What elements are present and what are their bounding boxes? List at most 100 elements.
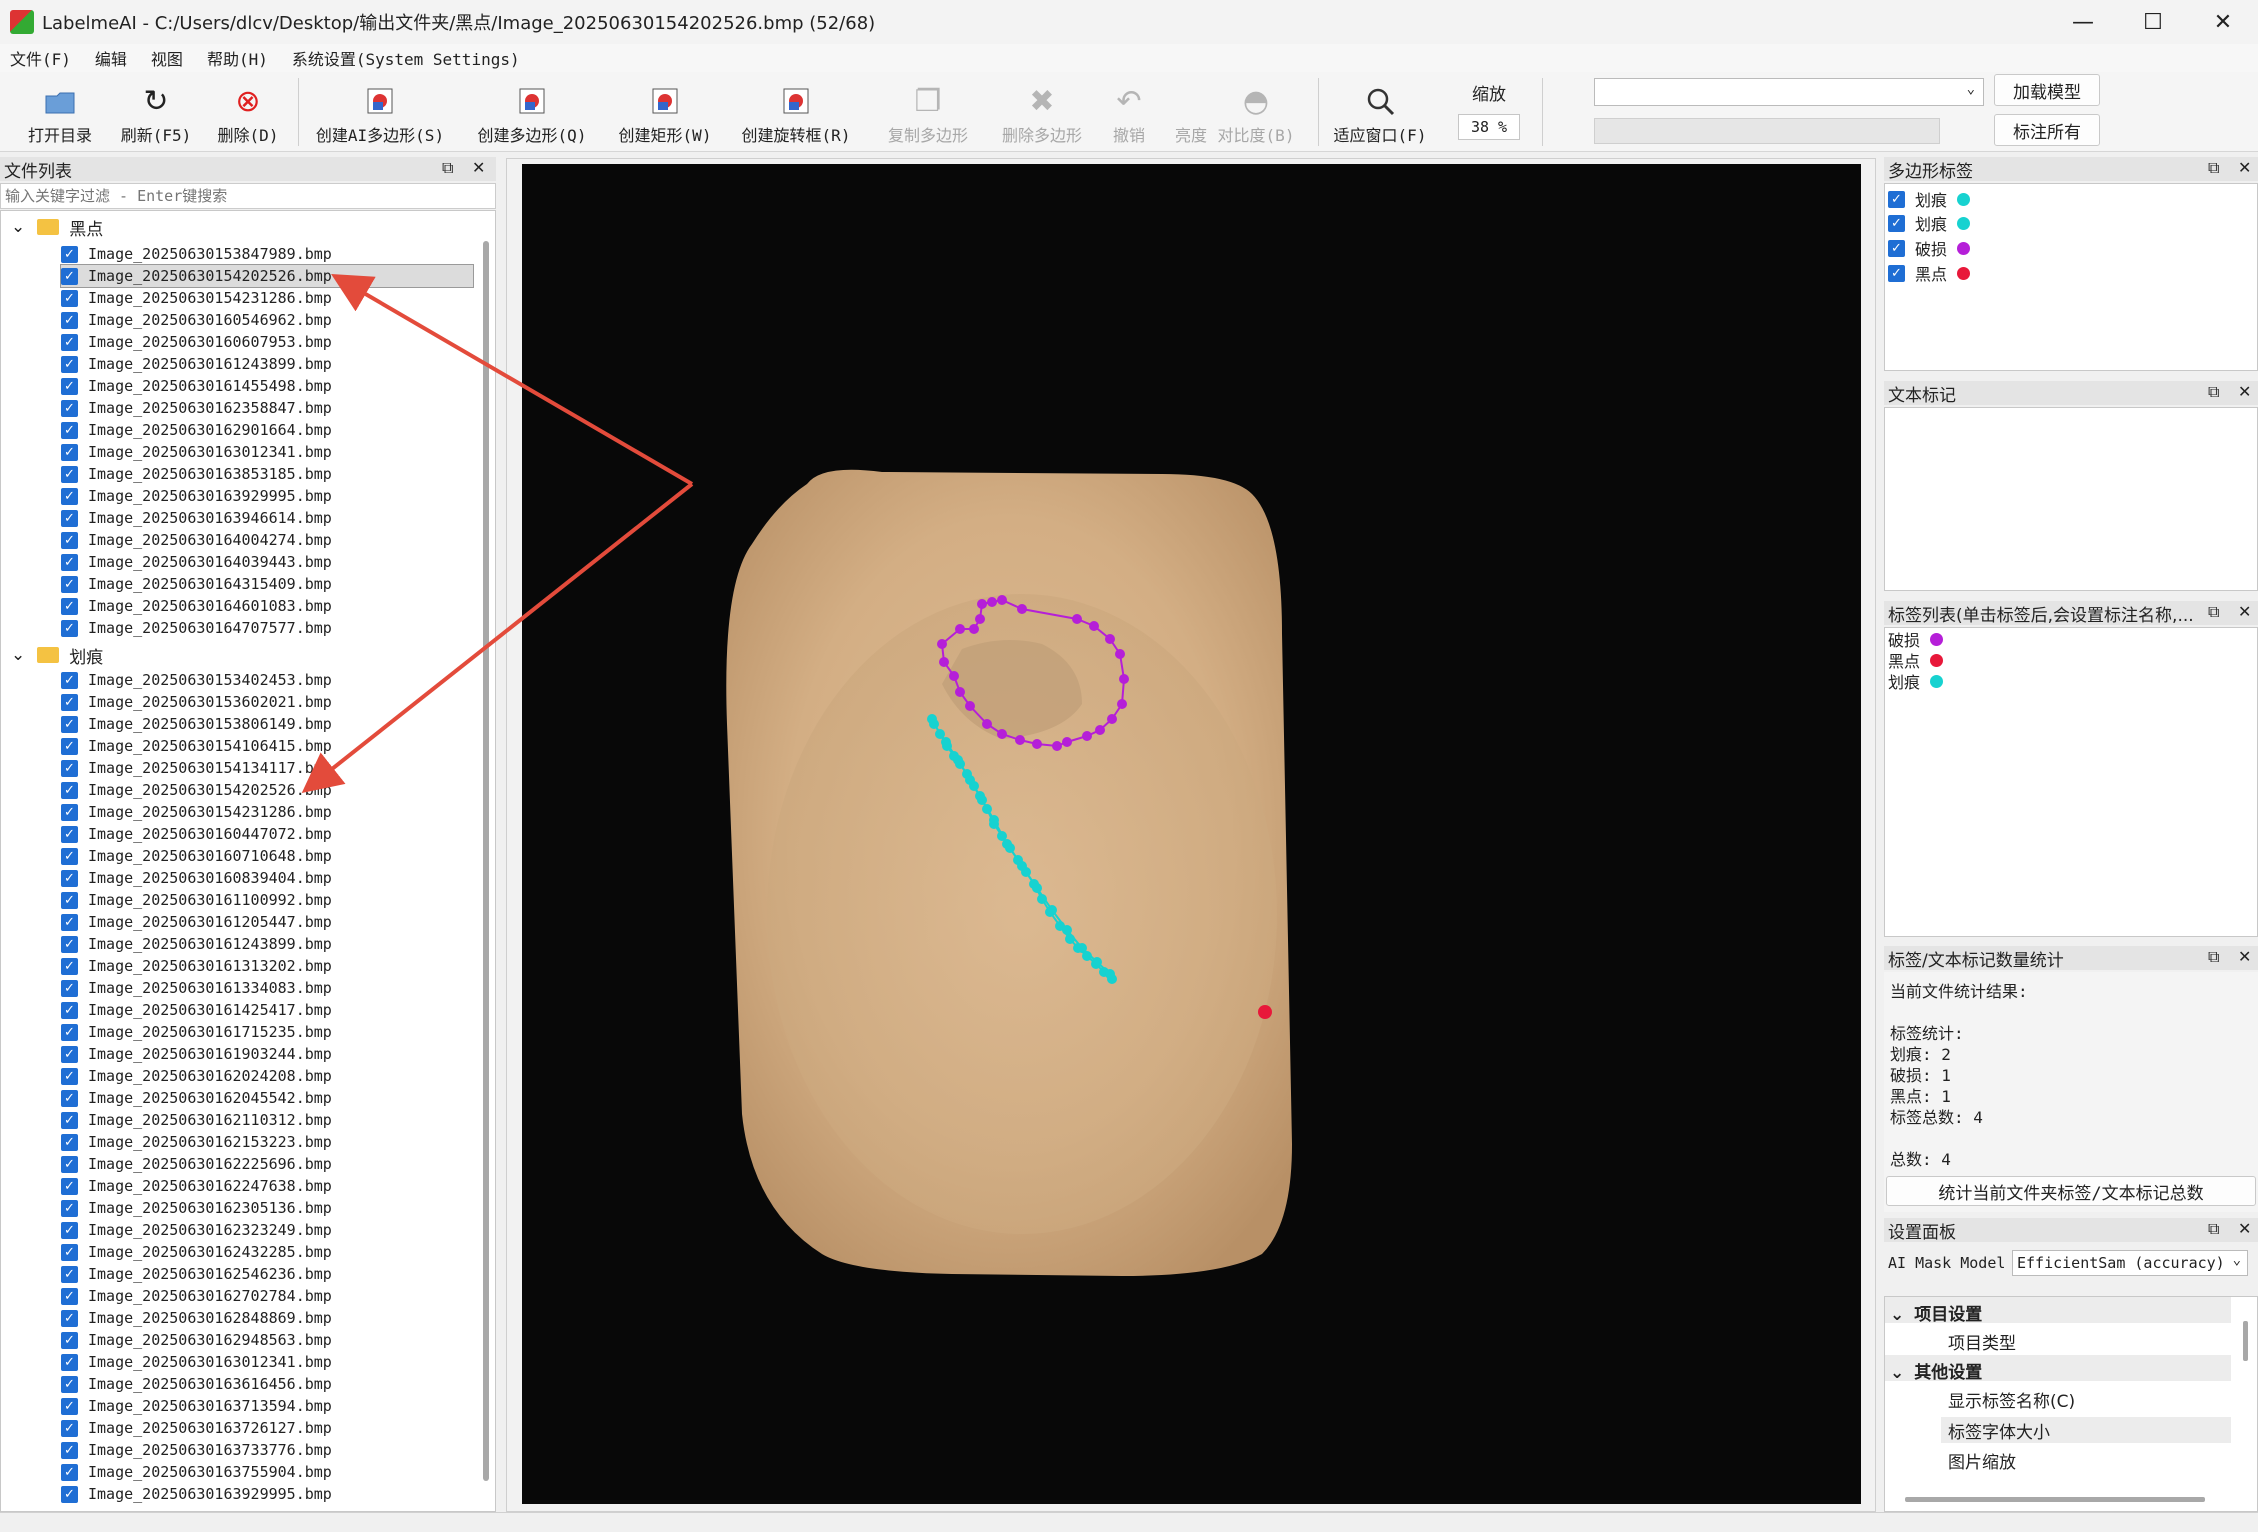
file-item[interactable]: ✓ Image_20250630163929995.bmp (61, 1483, 332, 1505)
image-canvas[interactable] (522, 164, 1861, 1504)
label-list-item[interactable]: 划痕 (1888, 670, 1944, 692)
file-item[interactable]: ✓ Image_20250630160839404.bmp (61, 867, 332, 889)
file-item[interactable]: ✓ Image_20250630163012341.bmp (61, 441, 332, 463)
file-item[interactable]: ✓ Image_20250630161313202.bmp (61, 955, 332, 977)
checkbox-icon[interactable]: ✓ (61, 1441, 78, 1459)
checkbox-icon[interactable]: ✓ (61, 1265, 78, 1283)
file-list-scrollbar[interactable] (483, 241, 489, 1481)
file-item[interactable]: ✓ Image_20250630163012341.bmp (61, 1351, 332, 1373)
brightness-button[interactable]: 亮度 (1166, 80, 1216, 146)
menu-help[interactable]: 帮助(H) (207, 46, 268, 70)
load-model-button[interactable]: 加载模型 (1994, 74, 2100, 106)
contrast-button[interactable]: ◓ 对比度(B) (1216, 80, 1296, 146)
file-item[interactable]: ✓ Image_20250630161243899.bmp (61, 933, 332, 955)
close-icon[interactable]: ✕ (2238, 1219, 2251, 1238)
file-item[interactable]: ✓ Image_20250630160710648.bmp (61, 845, 332, 867)
checkbox-icon[interactable]: ✓ (61, 355, 78, 373)
checkbox-icon[interactable]: ✓ (61, 333, 78, 351)
checkbox-icon[interactable]: ✓ (1888, 214, 1905, 232)
checkbox-icon[interactable]: ✓ (61, 1375, 78, 1393)
float-icon[interactable]: ⧉ (442, 158, 453, 178)
file-item[interactable]: ✓ Image_20250630163713594.bmp (61, 1395, 332, 1417)
minimize-button[interactable]: — (2048, 0, 2118, 44)
checkbox-icon[interactable]: ✓ (61, 1067, 78, 1085)
checkbox-icon[interactable]: ✓ (61, 1331, 78, 1349)
file-item[interactable]: ✓ Image_20250630164039443.bmp (61, 551, 332, 573)
checkbox-icon[interactable]: ✓ (61, 311, 78, 329)
label-list-item[interactable]: 破损 (1888, 628, 1944, 650)
checkbox-icon[interactable]: ✓ (61, 289, 78, 307)
model-select[interactable]: ⌄ (1594, 78, 1984, 106)
checkbox-icon[interactable]: ✓ (61, 619, 78, 637)
checkbox-icon[interactable]: ✓ (61, 979, 78, 997)
file-item[interactable]: ✓ Image_20250630162225696.bmp (61, 1153, 332, 1175)
file-item[interactable]: ✓ Image_20250630153847989.bmp (61, 243, 332, 265)
create-polygon-button[interactable]: 创建多边形(Q) (468, 80, 596, 146)
delete-polygon-button[interactable]: ✖ 删除多边形 (990, 80, 1094, 146)
maximize-button[interactable]: ☐ (2118, 0, 2188, 44)
checkbox-icon[interactable]: ✓ (61, 1397, 78, 1415)
checkbox-icon[interactable]: ✓ (1888, 239, 1905, 257)
file-item[interactable]: ✓ Image_20250630162848869.bmp (61, 1307, 332, 1329)
polygon-label-item[interactable]: ✓ 破损 (1888, 237, 1971, 259)
file-item[interactable]: ✓ Image_20250630163726127.bmp (61, 1417, 332, 1439)
file-item[interactable]: ✓ Image_20250630154202526.bmp (60, 264, 474, 288)
checkbox-icon[interactable]: ✓ (61, 671, 78, 689)
float-icon[interactable]: ⧉ (2208, 1219, 2219, 1239)
checkbox-icon[interactable]: ✓ (61, 803, 78, 821)
checkbox-icon[interactable]: ✓ (61, 1001, 78, 1019)
close-icon[interactable]: ✕ (472, 158, 485, 177)
label-list-item[interactable]: 黑点 (1888, 649, 1944, 671)
file-item[interactable]: ✓ Image_20250630162024208.bmp (61, 1065, 332, 1087)
checkbox-icon[interactable]: ✓ (61, 1221, 78, 1239)
refresh-button[interactable]: ↻ 刷新(F5) (112, 80, 200, 146)
polygon-label-item[interactable]: ✓ 黑点 (1888, 262, 1971, 284)
file-item[interactable]: ✓ Image_20250630153602021.bmp (61, 691, 332, 713)
checkbox-icon[interactable]: ✓ (61, 245, 78, 263)
create-ai-polygon-button[interactable]: 创建AI多边形(S) (308, 80, 452, 146)
file-item[interactable]: ✓ Image_20250630160447072.bmp (61, 823, 332, 845)
label-all-button[interactable]: 标注所有 (1994, 114, 2100, 146)
menu-system-settings[interactable]: 系统设置(System Settings) (292, 46, 520, 70)
file-item[interactable]: ✓ Image_20250630154202526.bmp (61, 779, 332, 801)
checkbox-icon[interactable]: ✓ (61, 1485, 78, 1503)
file-item[interactable]: ✓ Image_20250630154106415.bmp (61, 735, 332, 757)
file-item[interactable]: ✓ Image_20250630164004274.bmp (61, 529, 332, 551)
checkbox-icon[interactable]: ✓ (61, 737, 78, 755)
file-item[interactable]: ✓ Image_20250630162153223.bmp (61, 1131, 332, 1153)
file-item[interactable]: ✓ Image_20250630161100992.bmp (61, 889, 332, 911)
file-item[interactable]: ✓ Image_20250630162546236.bmp (61, 1263, 332, 1285)
float-icon[interactable]: ⧉ (2208, 602, 2219, 622)
checkbox-icon[interactable]: ✓ (61, 1177, 78, 1195)
menu-view[interactable]: 视图 (151, 46, 183, 70)
tree-group-other[interactable]: ⌄ 其他设置 (1890, 1358, 1982, 1383)
checkbox-icon[interactable]: ✓ (61, 693, 78, 711)
menu-file[interactable]: 文件(F) (10, 46, 71, 70)
file-filter-input[interactable] (0, 183, 496, 209)
file-item[interactable]: ✓ Image_20250630162045542.bmp (61, 1087, 332, 1109)
file-item[interactable]: ✓ Image_20250630163755904.bmp (61, 1461, 332, 1483)
checkbox-icon[interactable]: ✓ (61, 869, 78, 887)
close-icon[interactable]: ✕ (2238, 947, 2251, 966)
file-item[interactable]: ✓ Image_20250630163929995.bmp (61, 485, 332, 507)
close-icon[interactable]: ✕ (2238, 602, 2251, 621)
open-dir-button[interactable]: 打开目录 (18, 80, 102, 146)
checkbox-icon[interactable]: ✓ (61, 531, 78, 549)
file-item[interactable]: ✓ Image_20250630154231286.bmp (61, 287, 332, 309)
file-item[interactable]: ✓ Image_20250630161715235.bmp (61, 1021, 332, 1043)
checkbox-icon[interactable]: ✓ (61, 377, 78, 395)
close-icon[interactable]: ✕ (2238, 158, 2251, 177)
undo-button[interactable]: ↶ 撤销 (1104, 80, 1154, 146)
float-icon[interactable]: ⧉ (2208, 947, 2219, 967)
checkbox-icon[interactable]: ✓ (61, 575, 78, 593)
checkbox-icon[interactable]: ✓ (61, 715, 78, 733)
tree-item-image-zoom[interactable]: 图片缩放 (1948, 1448, 2016, 1473)
file-item[interactable]: ✓ Image_20250630161243899.bmp (61, 353, 332, 375)
checkbox-icon[interactable]: ✓ (61, 1023, 78, 1041)
file-item[interactable]: ✓ Image_20250630162432285.bmp (61, 1241, 332, 1263)
tree-item-show-label[interactable]: 显示标签名称(C) (1948, 1387, 2075, 1412)
ai-mask-model-select[interactable]: EfficientSam (accuracy) ⌄ (2012, 1250, 2248, 1276)
close-window-button[interactable]: ✕ (2188, 0, 2258, 44)
checkbox-icon[interactable]: ✓ (61, 1111, 78, 1129)
file-item[interactable]: ✓ Image_20250630161205447.bmp (61, 911, 332, 933)
